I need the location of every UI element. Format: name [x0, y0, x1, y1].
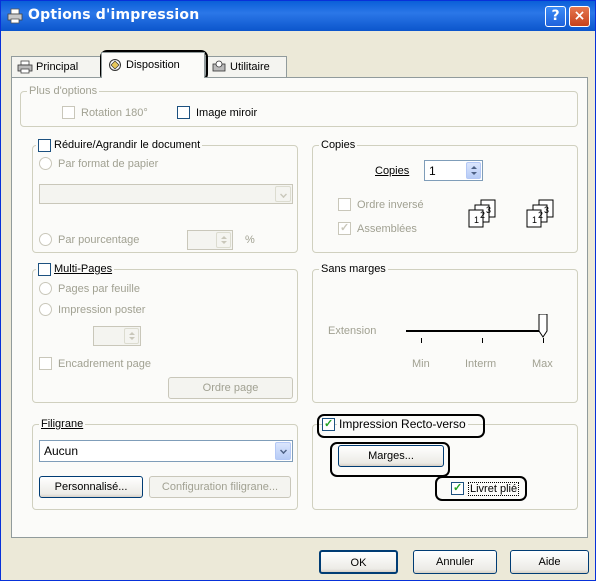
spin-down-icon — [221, 241, 227, 244]
tab-label: Utilitaire — [230, 61, 270, 73]
page-digit: 2 — [480, 210, 486, 220]
copies-input[interactable]: 1 — [424, 160, 483, 181]
tab-principal[interactable]: Principal — [11, 56, 101, 78]
pages-per-sheet-label: Pages par feuille — [58, 283, 140, 295]
watermark-config-button[interactable]: Configuration filigrane... — [149, 476, 291, 498]
page-digit: 2 — [538, 210, 544, 220]
group-title: Plus d'options — [27, 84, 100, 98]
by-percent-label: Par pourcentage — [58, 234, 140, 246]
custom-watermark-button[interactable]: Personnalisé... — [39, 476, 143, 498]
page-digit: 1 — [474, 215, 480, 225]
level-min: Min — [412, 358, 430, 370]
mirror-label: Image miroir — [196, 107, 258, 119]
spin-up-icon — [471, 166, 477, 169]
paper-size-select[interactable] — [39, 184, 293, 204]
tab-label: Principal — [36, 61, 79, 73]
poster-label: Impression poster — [58, 304, 146, 316]
reverse-order-label: Ordre inversé — [357, 199, 424, 211]
spin-down-icon — [471, 172, 477, 175]
watermark-value: Aucun — [44, 444, 79, 458]
slider-tick — [421, 338, 422, 343]
multipages-checkbox[interactable] — [38, 263, 51, 276]
poster-input[interactable] — [93, 326, 141, 346]
by-paper-label: Par format de papier — [58, 158, 159, 170]
poster-radio[interactable] — [39, 303, 52, 316]
percent-spinner[interactable] — [216, 232, 231, 248]
collate-checkbox[interactable]: ✓ — [338, 222, 351, 235]
page-digit: 1 — [532, 215, 538, 225]
copies-spinner[interactable] — [466, 162, 481, 179]
page-digit: 3 — [544, 205, 550, 215]
poster-spinner[interactable] — [124, 328, 139, 344]
group-reduce: Réduire/Agrandir le document Par format … — [32, 138, 298, 253]
group-multipages: Multi-Pages Pages par feuille Impression… — [32, 262, 298, 403]
copies-value: 1 — [429, 164, 436, 178]
printer-icon — [17, 60, 33, 74]
chevron-down-icon — [280, 447, 287, 454]
reduce-title: Réduire/Agrandir le document — [36, 138, 203, 152]
reduce-checkbox[interactable] — [38, 139, 51, 152]
highlight-folded-booklet — [435, 476, 527, 501]
spin-up-icon — [221, 236, 227, 239]
mirror-checkbox[interactable] — [177, 106, 190, 119]
highlight-margins — [330, 442, 450, 477]
percent-unit: % — [245, 234, 255, 246]
level-interm: Interm — [465, 358, 497, 370]
cancel-button[interactable]: Annuler — [413, 550, 497, 574]
tab-utilitaire[interactable]: Utilitaire — [205, 56, 287, 78]
borderless-title: Sans marges — [319, 262, 388, 276]
pages-per-sheet-radio[interactable] — [39, 282, 52, 295]
collate-label: Assemblées — [357, 223, 417, 235]
level-max: Max — [532, 358, 553, 370]
slider-tick — [482, 338, 483, 343]
watermark-select[interactable]: Aucun — [39, 440, 293, 462]
spin-down-icon — [129, 337, 135, 340]
printer-icon — [7, 8, 23, 24]
page-digit: 3 — [486, 205, 492, 215]
copies-group-title: Copies — [319, 138, 358, 152]
percent-input[interactable] — [187, 230, 233, 250]
frame-checkbox[interactable] — [39, 357, 52, 370]
tab-label: Disposition — [126, 59, 180, 71]
group-watermark: Filigrane Aucun Personnalisé... Configur… — [32, 417, 298, 510]
rotation-label: Rotation 180° — [81, 107, 148, 119]
chevron-down-icon — [280, 191, 287, 198]
utility-icon — [212, 60, 226, 72]
layout-icon — [109, 59, 121, 71]
ok-button[interactable]: OK — [319, 550, 398, 574]
group-copies: Copies Copies 1 Ordre inversé ✓ Assemblé… — [312, 138, 578, 253]
dropdown-button — [275, 186, 291, 202]
copies-label: Copies — [375, 165, 410, 177]
highlight-duplex — [317, 414, 485, 438]
check-icon: ✓ — [340, 222, 350, 234]
print-options-window: Options d'impression ? × Principal Dispo… — [0, 0, 596, 581]
by-percent-radio[interactable] — [39, 233, 52, 246]
slider-thumb[interactable] — [537, 314, 549, 338]
frame-label: Encadrement page — [58, 358, 151, 370]
help-button[interactable]: Aide — [510, 550, 589, 574]
by-paper-radio[interactable] — [39, 157, 52, 170]
tab-pane: Plus d'options Rotation 180° Image miroi… — [11, 77, 588, 538]
reverse-order-checkbox[interactable] — [338, 198, 351, 211]
extension-label: Extension — [328, 325, 377, 337]
dropdown-button — [275, 442, 291, 460]
spin-up-icon — [129, 332, 135, 335]
close-button[interactable]: × — [569, 6, 590, 27]
help-title-button[interactable]: ? — [545, 6, 566, 27]
tab-disposition[interactable]: Disposition — [101, 52, 205, 78]
slider-tick — [543, 338, 544, 343]
title-bar: Options d'impression ? × — [1, 1, 595, 31]
watermark-title: Filigrane — [39, 417, 86, 431]
group-borderless: Sans marges Extension Min Interm Max — [312, 262, 578, 403]
rotation-checkbox[interactable] — [62, 106, 75, 119]
window-title: Options d'impression — [28, 7, 200, 23]
extension-slider-track[interactable] — [406, 330, 544, 332]
page-order-button[interactable]: Ordre page — [168, 377, 293, 399]
group-plus-options: Plus d'options Rotation 180° Image miroi… — [20, 84, 578, 127]
